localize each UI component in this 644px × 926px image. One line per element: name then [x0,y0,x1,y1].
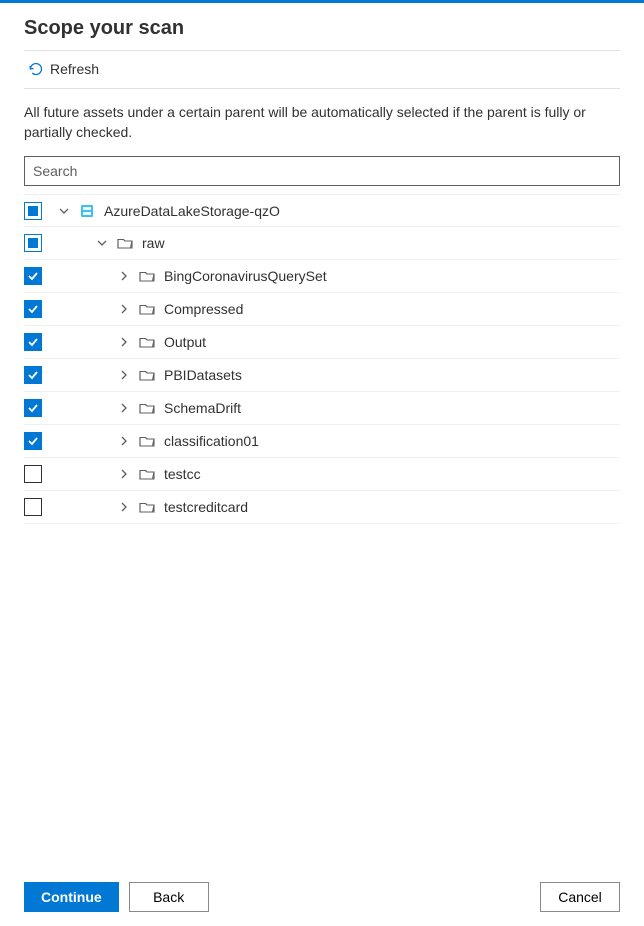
checkbox-child-6[interactable] [24,465,42,483]
folder-icon [138,432,156,450]
chevron-child-5[interactable] [116,433,132,449]
tree-row-child: SchemaDrift [24,392,620,425]
checkbox-child-0[interactable] [24,267,42,285]
tree-label-child: testcreditcard [164,499,248,515]
folder-icon [116,234,134,252]
tree-row-root: AzureDataLakeStorage-qzO [24,194,620,227]
folder-icon [138,465,156,483]
tree-row-child: testcreditcard [24,491,620,524]
scope-tree: AzureDataLakeStorage-qzO raw BingCoronavir… [24,194,620,524]
search-input[interactable] [24,156,620,186]
refresh-button[interactable]: Refresh [24,59,103,79]
footer: Continue Back Cancel [0,868,644,926]
checkbox-child-5[interactable] [24,432,42,450]
checkbox-raw[interactable] [24,234,42,252]
cancel-button[interactable]: Cancel [540,882,620,912]
tree-row-raw: raw [24,227,620,260]
tree-row-child: classification01 [24,425,620,458]
tree-row-child: Compressed [24,293,620,326]
storage-icon [78,202,96,220]
chevron-raw[interactable] [94,235,110,251]
folder-icon [138,300,156,318]
checkbox-child-4[interactable] [24,399,42,417]
tree-label-root: AzureDataLakeStorage-qzO [104,203,280,219]
tree-row-child: PBIDatasets [24,359,620,392]
tree-label-child: SchemaDrift [164,400,241,416]
folder-icon [138,366,156,384]
tree-label-child: Output [164,334,206,350]
chevron-child-3[interactable] [116,367,132,383]
continue-button[interactable]: Continue [24,882,119,912]
chevron-child-1[interactable] [116,301,132,317]
tree-row-child: BingCoronavirusQuerySet [24,260,620,293]
tree-label-child: classification01 [164,433,259,449]
folder-icon [138,498,156,516]
chevron-child-7[interactable] [116,499,132,515]
folder-icon [138,399,156,417]
tree-row-child: testcc [24,458,620,491]
chevron-child-4[interactable] [116,400,132,416]
tree-row-child: Output [24,326,620,359]
page-title: Scope your scan [24,17,620,40]
tree-label-raw: raw [142,235,165,251]
tree-label-child: Compressed [164,301,243,317]
back-button[interactable]: Back [129,882,209,912]
folder-icon [138,267,156,285]
tree-label-child: PBIDatasets [164,367,242,383]
chevron-root[interactable] [56,203,72,219]
description-text: All future assets under a certain parent… [24,103,620,142]
checkbox-child-1[interactable] [24,300,42,318]
chevron-child-2[interactable] [116,334,132,350]
refresh-icon [28,61,44,77]
checkbox-child-7[interactable] [24,498,42,516]
tree-label-child: BingCoronavirusQuerySet [164,268,327,284]
checkbox-root[interactable] [24,202,42,220]
toolbar: Refresh [24,50,620,89]
checkbox-child-3[interactable] [24,366,42,384]
chevron-child-6[interactable] [116,466,132,482]
checkbox-child-2[interactable] [24,333,42,351]
refresh-label: Refresh [50,61,99,77]
folder-icon [138,333,156,351]
chevron-child-0[interactable] [116,268,132,284]
tree-label-child: testcc [164,466,201,482]
